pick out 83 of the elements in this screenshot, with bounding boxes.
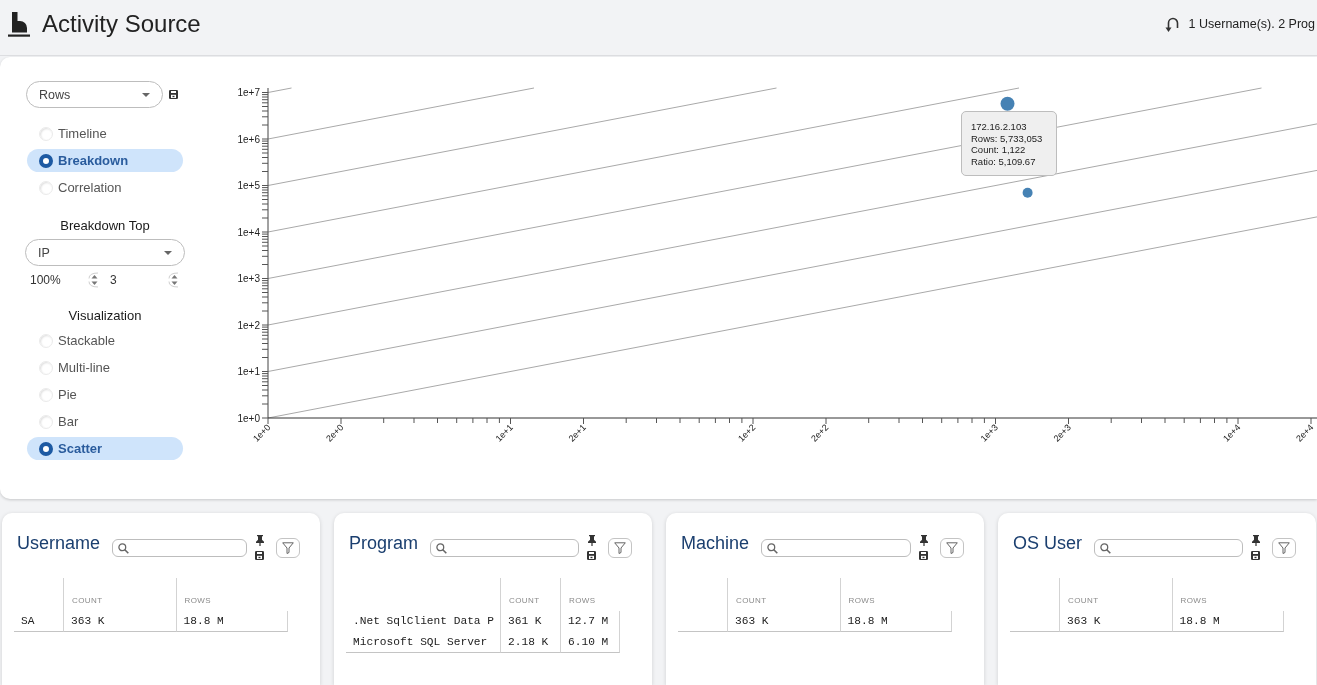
search-icon xyxy=(436,542,448,554)
radio-option[interactable]: Pie xyxy=(27,383,183,406)
filter-button[interactable] xyxy=(940,538,964,558)
search-field[interactable] xyxy=(1094,539,1243,557)
data-point[interactable] xyxy=(1022,187,1033,198)
table-cell: 363 K xyxy=(727,611,840,632)
search-field[interactable] xyxy=(761,539,911,557)
tooltip-text: Count: 1,122 xyxy=(971,144,1027,156)
summary-text: 1 Username(s). 2 Prog xyxy=(1188,17,1315,31)
spinner-icon[interactable] xyxy=(166,272,180,288)
tooltip-text: Rows: 5,733,053 xyxy=(971,132,1044,144)
panel-title: Username xyxy=(17,532,101,554)
table-cell: 363 K xyxy=(63,611,176,632)
table-cell: 18.8 M xyxy=(839,611,952,632)
y-tick-label: 1e+6 xyxy=(237,133,260,145)
column-header: COUNT xyxy=(1059,578,1172,611)
y-tick-label: 1e+7 xyxy=(237,87,260,98)
funnel-icon xyxy=(946,542,958,554)
column-header: ROWS xyxy=(1171,578,1284,611)
pin-icon[interactable] xyxy=(1251,535,1260,546)
caret-icon xyxy=(164,250,172,255)
filter-button[interactable] xyxy=(608,538,632,558)
pin-icon[interactable] xyxy=(255,535,264,546)
section-label: Breakdown Top xyxy=(59,218,151,234)
column-header: COUNT xyxy=(727,578,840,611)
table-cell: 361 K xyxy=(500,611,560,632)
y-tick-label: 1e+3 xyxy=(237,273,260,284)
filter-button[interactable] xyxy=(276,538,300,558)
radio-option[interactable]: Correlation xyxy=(27,176,183,199)
number-field[interactable]: 3 xyxy=(106,272,180,288)
number-field[interactable]: 100% xyxy=(28,272,100,288)
data-point[interactable] xyxy=(1000,96,1015,111)
search-icon xyxy=(118,542,130,554)
pin-icon[interactable] xyxy=(919,535,928,546)
y-tick-label: 1e+5 xyxy=(237,180,260,191)
column-header: COUNT xyxy=(63,578,176,611)
radio-option[interactable]: Timeline xyxy=(27,122,183,145)
table-cell: 2.18 K xyxy=(500,632,560,653)
table-cell: SA xyxy=(14,611,63,632)
radio-option[interactable]: Breakdown xyxy=(27,149,183,172)
section-label: Visualization xyxy=(67,308,143,324)
table-cell-text: .Net SqlClient Data P xyxy=(352,614,495,629)
caret-icon xyxy=(142,92,150,97)
y-tick-label: 1e+4 xyxy=(237,226,260,238)
spinner-icon[interactable] xyxy=(86,272,100,288)
tooltip-text: Ratio: 5,109.67 xyxy=(971,155,1037,167)
funnel-icon xyxy=(282,542,294,554)
y-tick-label: 1e+1 xyxy=(237,366,260,377)
panel-title: OS User xyxy=(1013,532,1082,554)
column-header: ROWS xyxy=(839,578,952,611)
table-cell: Microsoft SQL Server xyxy=(346,632,500,653)
panel-title: Machine xyxy=(681,532,750,554)
table-cell: 363 K xyxy=(1059,611,1172,632)
search-icon xyxy=(1100,542,1111,554)
y-tick-label: 1e+0 xyxy=(237,412,260,424)
radio-option[interactable]: Multi-line xyxy=(27,356,183,379)
radio-option[interactable]: Bar xyxy=(27,410,183,433)
page-title: Activity Source xyxy=(42,10,201,38)
microscope-icon xyxy=(8,11,30,37)
search-field[interactable] xyxy=(112,539,247,557)
funnel-icon xyxy=(614,542,626,554)
radio-button[interactable] xyxy=(39,441,53,456)
filter-button[interactable] xyxy=(1272,538,1296,558)
column-header: ROWS xyxy=(560,578,620,611)
search-field[interactable] xyxy=(430,539,579,557)
pin-icon[interactable] xyxy=(587,535,596,546)
breakdown-dropdown[interactable]: IP xyxy=(25,239,185,266)
search-icon xyxy=(767,542,779,554)
radio-option[interactable]: Stackable xyxy=(27,329,183,352)
table-cell: 18.8 M xyxy=(1171,611,1284,632)
column-header: ROWS xyxy=(175,578,288,611)
panel-title: Program xyxy=(349,532,419,554)
funnel-icon xyxy=(1278,542,1290,554)
y-tick-label: 1e+2 xyxy=(237,319,260,331)
column-header: COUNT xyxy=(500,578,560,611)
table-cell: 12.7 M xyxy=(560,611,620,632)
curved-arrow-icon[interactable] xyxy=(1164,15,1179,33)
table-cell: 6.10 M xyxy=(560,632,620,653)
radio-option[interactable]: Scatter xyxy=(27,437,183,460)
metric-dropdown[interactable]: Rows xyxy=(26,81,163,108)
tooltip-text: 172.16.2.103 xyxy=(971,121,1028,133)
table-cell: 18.8 M xyxy=(175,611,288,632)
radio-button[interactable] xyxy=(39,153,53,168)
